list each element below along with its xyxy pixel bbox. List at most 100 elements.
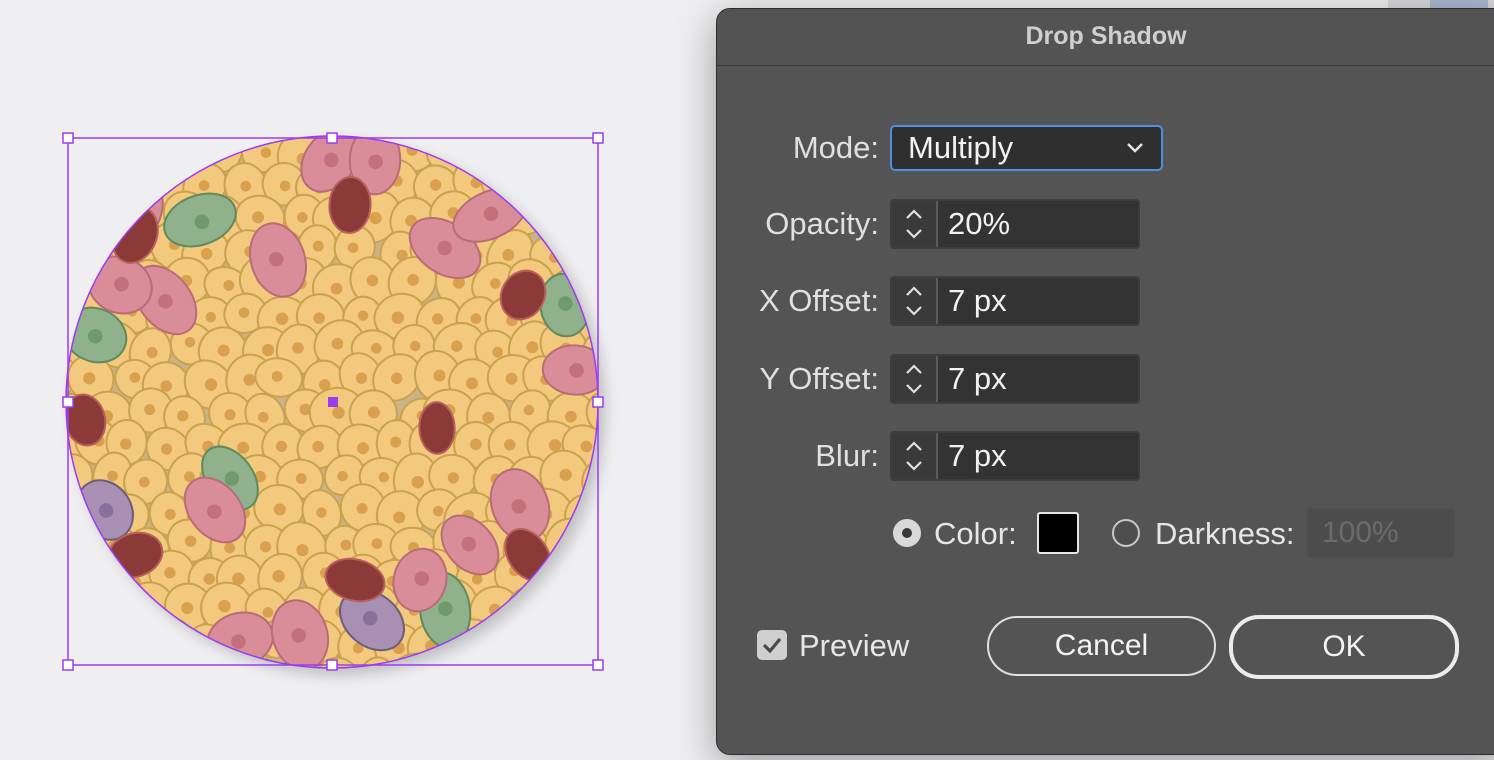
cell-nucleus (50, 369, 61, 380)
darkness-radio[interactable] (1112, 519, 1140, 547)
cell-nucleus (177, 410, 189, 422)
cell-nucleus (366, 274, 379, 287)
cell (486, 136, 535, 148)
cell-nucleus (237, 441, 250, 454)
cell-nucleus (537, 179, 550, 192)
cell (165, 653, 212, 668)
cell-nucleus (356, 503, 368, 515)
cell-nucleus (243, 373, 256, 386)
cell-nucleus (70, 670, 82, 682)
color-swatch[interactable] (1037, 512, 1079, 554)
cell-nucleus (87, 328, 103, 344)
cell (418, 401, 456, 455)
cell-nucleus (577, 572, 590, 585)
selection-handle-tr[interactable] (592, 132, 604, 144)
cell-nucleus (272, 569, 285, 583)
cell-nucleus (164, 508, 176, 520)
cell-nucleus (279, 180, 291, 192)
preview-checkbox[interactable] (757, 630, 787, 660)
cell-nucleus (122, 637, 135, 649)
cell-nucleus (559, 468, 572, 481)
dialog-title: Drop Shadow (717, 9, 1494, 66)
cell-nucleus (347, 242, 359, 254)
selection-handle-br[interactable] (592, 659, 604, 671)
cell-nucleus (558, 667, 570, 668)
cell-nucleus (599, 608, 611, 620)
cell-nucleus (580, 109, 591, 120)
selection-handle-bc[interactable] (326, 659, 338, 671)
cell-nucleus (257, 411, 269, 423)
cell-nucleus (296, 544, 309, 557)
cell-nucleus (558, 601, 571, 614)
cell (66, 164, 78, 211)
cell-nucleus (74, 608, 87, 620)
y-offset-input[interactable]: 7 px (938, 356, 1138, 402)
cell-nucleus (55, 444, 66, 455)
cell-nucleus (238, 307, 250, 318)
cell (66, 559, 78, 605)
cell-nucleus (411, 475, 424, 489)
cell-nucleus (332, 406, 345, 419)
cell-nucleus (368, 154, 383, 170)
cell-artwork[interactable] (0, 0, 700, 760)
selection-handle-bl[interactable] (62, 659, 74, 671)
cell (102, 616, 153, 668)
cell-nucleus (67, 534, 80, 546)
cell-nucleus (578, 637, 590, 649)
cell-nucleus (197, 120, 208, 131)
cell-nucleus (504, 633, 517, 647)
y-offset-stepper[interactable]: 7 px (890, 354, 1140, 404)
cell (502, 654, 550, 668)
cell-nucleus (182, 673, 193, 684)
cancel-button[interactable]: Cancel (987, 616, 1216, 676)
mode-select[interactable]: Multiply (890, 125, 1163, 171)
selection-handle-ml[interactable] (62, 396, 74, 408)
cell-nucleus (501, 175, 515, 189)
cell (180, 136, 228, 148)
y-offset-spin-buttons[interactable] (892, 356, 938, 402)
cell (126, 653, 169, 668)
cell-nucleus (391, 311, 404, 324)
cell (66, 652, 99, 668)
cell (538, 583, 589, 628)
cell-nucleus (217, 147, 229, 158)
opacity-input[interactable]: 20% (938, 201, 1138, 247)
cell-nucleus (261, 343, 275, 357)
selection-handle-tl[interactable] (62, 132, 74, 144)
cell-nucleus (561, 216, 572, 227)
cell-nucleus (433, 369, 446, 382)
opacity-spin-buttons[interactable] (892, 201, 938, 247)
blur-row: Blur: 7 px (717, 430, 1494, 482)
cell (547, 136, 589, 174)
cell (127, 136, 172, 174)
selection-handle-mr[interactable] (592, 396, 604, 408)
cell-nucleus (354, 116, 365, 127)
drop-shadow-dialog: Drop Shadow Mode: Multiply Opacity: 20% … (716, 8, 1494, 755)
selection-handle-tc[interactable] (326, 132, 338, 144)
cell-nucleus (275, 440, 288, 452)
cell (544, 202, 588, 244)
x-offset-input[interactable]: 7 px (938, 278, 1138, 324)
blur-stepper[interactable]: 7 px (890, 431, 1140, 481)
ok-button[interactable]: OK (1229, 615, 1459, 679)
cell-nucleus (129, 372, 141, 383)
cell-nucleus (262, 607, 274, 618)
cell-nucleus (547, 573, 559, 585)
cell-nucleus (545, 637, 557, 649)
cell-nucleus (224, 542, 236, 554)
opacity-stepper[interactable]: 20% (890, 199, 1140, 249)
blur-spin-buttons[interactable] (892, 433, 938, 479)
blur-input[interactable]: 7 px (938, 433, 1138, 479)
cell-nucleus (160, 443, 173, 455)
cell-nucleus (275, 312, 289, 325)
cell-nucleus (313, 312, 325, 324)
x-offset-spin-buttons[interactable] (892, 278, 938, 324)
cell-nucleus (101, 671, 113, 683)
cell-nucleus (292, 342, 304, 354)
preview-label: Preview (799, 628, 910, 663)
cell-nucleus (162, 633, 174, 645)
color-radio[interactable] (893, 519, 921, 547)
cell-nucleus (560, 145, 572, 157)
cell-nucleus (356, 442, 369, 455)
x-offset-stepper[interactable]: 7 px (890, 276, 1140, 326)
